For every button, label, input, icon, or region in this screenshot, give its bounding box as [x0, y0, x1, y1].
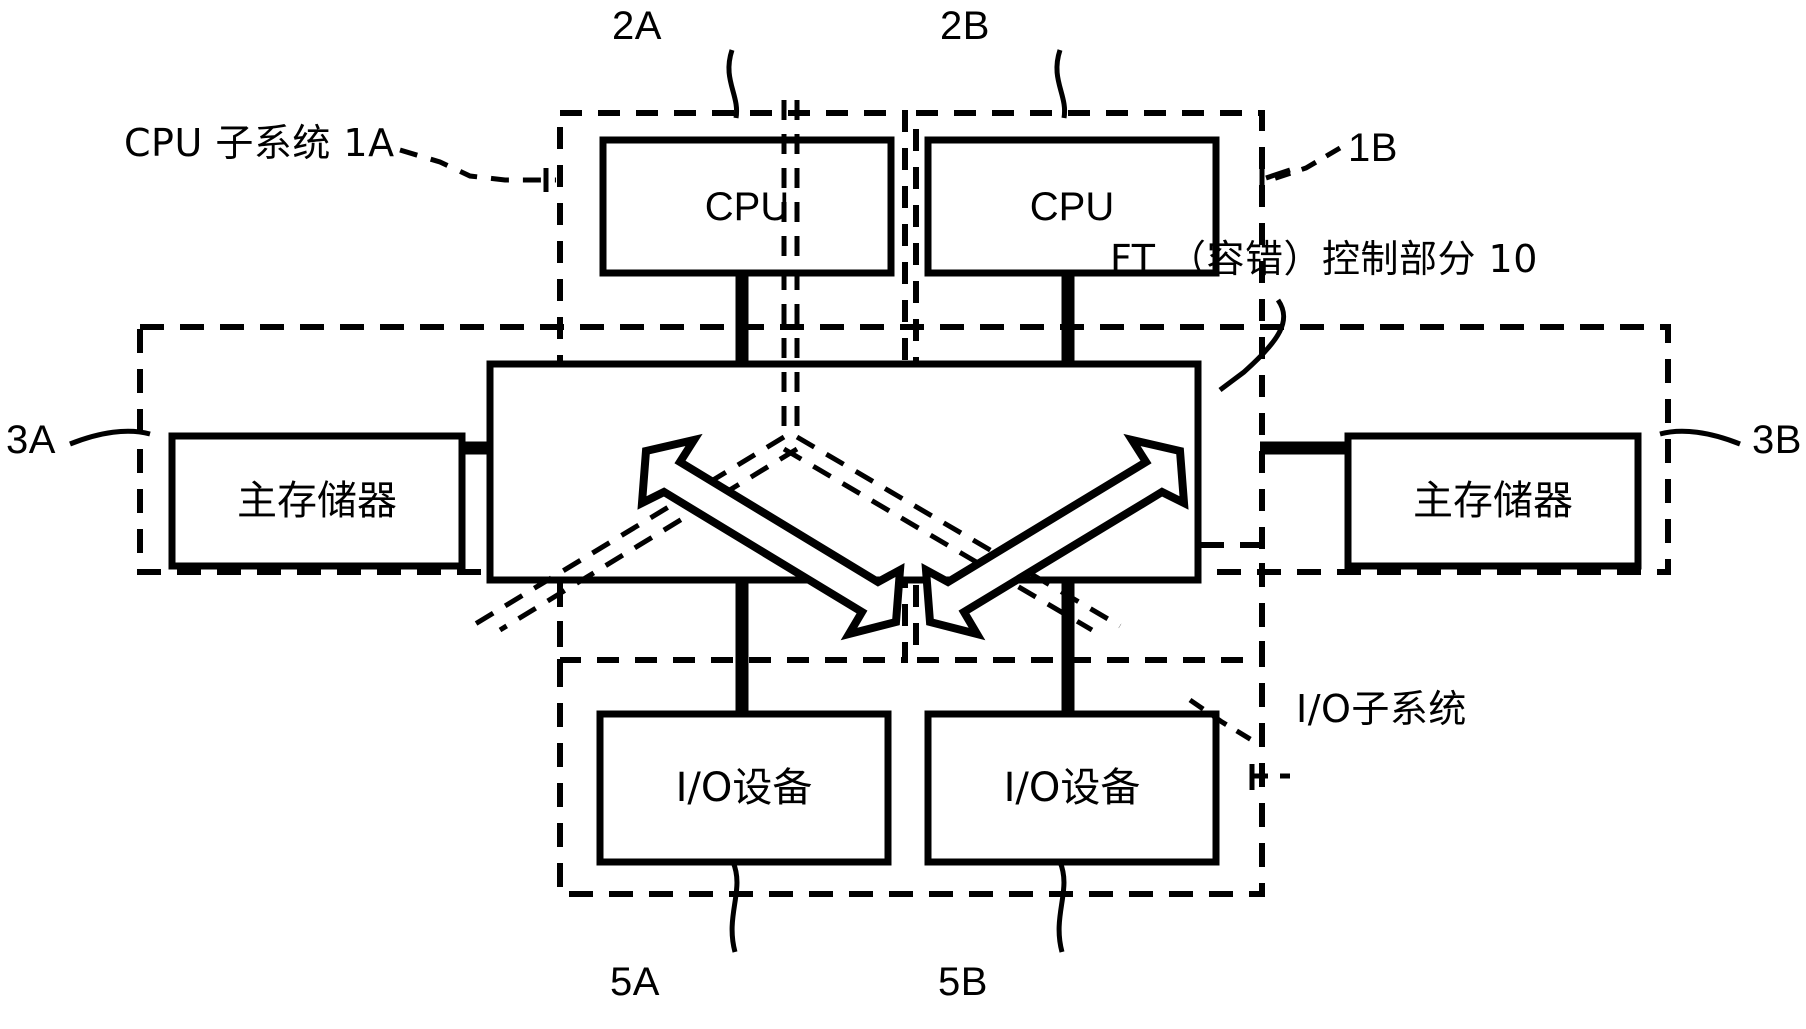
io-b-label: I/O设备 — [928, 714, 1216, 862]
label-io-subsystem: I/O子系统 — [1296, 687, 1467, 731]
cpu-b-label-text: CPU — [1029, 184, 1115, 229]
io-b-label-text: I/O设备 — [1003, 765, 1141, 811]
memory-b-label: 主存储器 — [1348, 436, 1638, 566]
leader-cpu-subsystem-a — [399, 147, 556, 183]
leader-1b — [1269, 145, 1342, 183]
ft-control-box — [486, 360, 1202, 584]
leader-5b — [1056, 861, 1067, 953]
ref-3a: 3A — [6, 418, 56, 462]
io-a-label: I/O设备 — [600, 714, 888, 862]
ref-5a: 5A — [610, 960, 660, 1004]
ref-2b: 2B — [940, 4, 990, 48]
leader-3b — [1659, 428, 1741, 447]
label-cpu-subsystem-a: CPU 子系统 1A — [124, 121, 395, 165]
cpu-a-label: CPU — [603, 140, 891, 273]
leader-2b — [1054, 49, 1068, 119]
patent-figure: 2A 2B CPU 子系统 1A 1B FT （容错）控制部分 10 3A 3B… — [0, 0, 1806, 1029]
leader-5a — [729, 861, 740, 953]
memory-a-label-text: 主存储器 — [237, 478, 397, 524]
leader-3a — [69, 428, 151, 447]
memory-b-label-text: 主存储器 — [1413, 478, 1573, 524]
io-a-label-text: I/O设备 — [675, 765, 813, 811]
ref-2a: 2A — [612, 4, 662, 48]
ref-5b: 5B — [938, 960, 988, 1004]
memory-a-label: 主存储器 — [172, 436, 462, 566]
leader-ft-control — [1218, 298, 1287, 392]
label-cpu-subsystem-b: 1B — [1348, 126, 1398, 170]
leader-2a — [726, 49, 740, 119]
cpu-a-label-text: CPU — [704, 184, 790, 229]
cpu-b-label: CPU — [928, 140, 1216, 273]
ref-3b: 3B — [1752, 418, 1802, 462]
